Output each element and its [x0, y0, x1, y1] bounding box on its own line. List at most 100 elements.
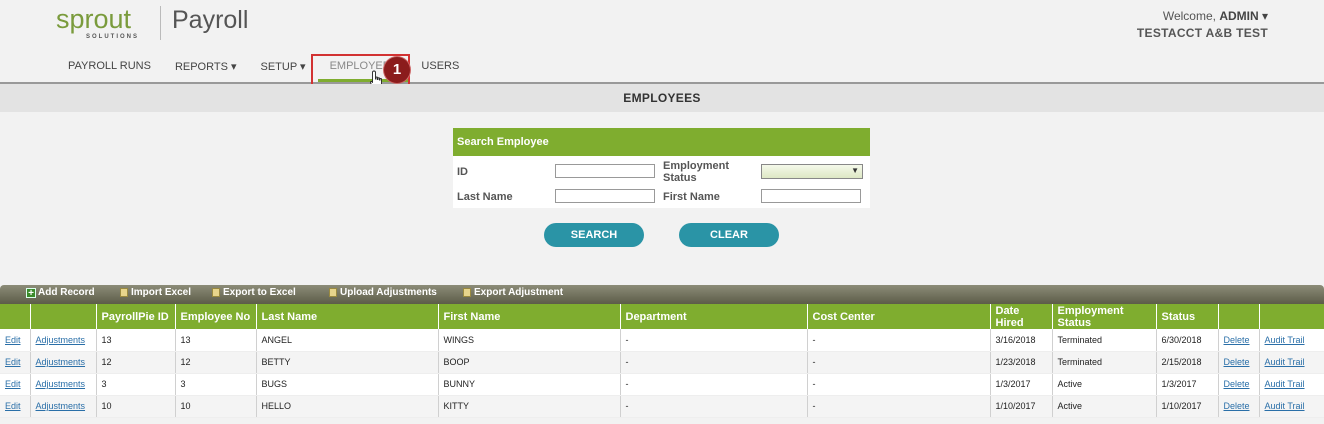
adjustments-link[interactable]: Adjustments	[36, 401, 86, 411]
cell-cost-center: -	[812, 334, 816, 345]
sprout-logo[interactable]: sprout SOLUTIONS	[56, 4, 152, 42]
cell-employment-status: Terminated	[1057, 334, 1103, 345]
add-record-button[interactable]: + Add Record	[26, 287, 95, 298]
delete-link[interactable]: Delete	[1224, 357, 1250, 367]
table-cell: Edit	[0, 329, 31, 352]
welcome-prefix: Welcome,	[1162, 9, 1216, 23]
column-header	[1218, 304, 1260, 329]
edit-link[interactable]: Edit	[5, 335, 21, 345]
column-header-status[interactable]: Status	[1156, 304, 1219, 329]
delete-link[interactable]: Delete	[1224, 401, 1250, 411]
adjustments-link[interactable]: Adjustments	[36, 335, 86, 345]
export-excel-button[interactable]: Export to Excel	[212, 287, 296, 298]
table-cell: WINGS	[438, 329, 621, 352]
adjustments-link[interactable]: Adjustments	[36, 379, 86, 389]
table-cell: 10	[175, 395, 257, 418]
search-panel-title: Search Employee	[453, 128, 870, 156]
table-cell: 12	[96, 351, 176, 374]
table-cell: -	[807, 373, 991, 396]
cell-department: -	[625, 401, 629, 411]
table-cell: -	[807, 351, 991, 374]
table-row[interactable]: Edit Adjustments 12 12 BETTY BOOP - - 1/23/2018 T…	[0, 351, 1324, 374]
column-header-employee-no[interactable]: Employee No	[175, 304, 257, 329]
logo-divider	[160, 6, 161, 40]
table-cell: BUNNY	[438, 373, 621, 396]
table-row[interactable]: Edit Adjustments 3 3 BUGS BUNNY - - 1/3/2017 Acti…	[0, 373, 1324, 396]
edit-link[interactable]: Edit	[5, 401, 21, 411]
edit-link[interactable]: Edit	[5, 379, 21, 389]
table-cell: Edit	[0, 351, 31, 374]
table-cell: BETTY	[256, 351, 439, 374]
table-cell: Delete	[1218, 395, 1260, 418]
cell-date-hired: 1/10/2017	[995, 401, 1036, 411]
table-cell: Delete	[1218, 351, 1260, 374]
cell-status: 6/30/2018	[1161, 334, 1202, 345]
table-cell: 12	[175, 351, 257, 374]
audit-trail-link[interactable]: Audit Trail	[1265, 357, 1305, 367]
column-header-first-name[interactable]: First Name	[438, 304, 621, 329]
column-header-employment-status[interactable]: Employment Status	[1052, 304, 1157, 329]
cell-payrollpie-id: 12	[101, 357, 112, 367]
cell-cost-center: -	[812, 357, 816, 367]
cell-cost-center: -	[812, 379, 816, 389]
cell-last-name: BUGS	[261, 379, 288, 389]
last-name-input[interactable]	[555, 189, 655, 203]
cell-cost-center: -	[812, 401, 816, 411]
column-header-department[interactable]: Department	[620, 304, 808, 329]
column-header-payrollpie-id[interactable]: PayrollPie ID	[96, 304, 176, 329]
clear-button[interactable]: CLEAR	[679, 223, 779, 247]
table-cell: KITTY	[438, 395, 621, 418]
nav-setup[interactable]: SETUP ▾	[249, 58, 318, 80]
table-cell: Audit Trail	[1259, 351, 1324, 374]
table-cell: -	[807, 395, 991, 418]
table-cell: -	[620, 395, 808, 418]
account-name: TESTACCT A&B TEST	[1136, 26, 1268, 40]
user-name[interactable]: ADMIN ▾	[1219, 9, 1268, 23]
cell-date-hired: 1/23/2018	[995, 357, 1036, 367]
employment-status-select[interactable]: ▼	[761, 164, 863, 179]
search-button[interactable]: SEARCH	[544, 223, 644, 247]
import-excel-button[interactable]: Import Excel	[120, 287, 191, 298]
cell-employment-status: Active	[1057, 379, 1083, 389]
cell-department: -	[625, 379, 629, 389]
upload-icon	[329, 288, 337, 297]
export-adjustment-button[interactable]: Export Adjustment	[463, 287, 563, 298]
table-cell: Delete	[1218, 329, 1260, 352]
nav-reports[interactable]: REPORTS ▾	[163, 58, 249, 80]
table-row[interactable]: Edit Adjustments 13 13 ANGEL WINGS - - 3/16/2018…	[0, 329, 1324, 352]
column-header-last-name[interactable]: Last Name	[256, 304, 439, 329]
column-header-date-hired[interactable]: Date Hired	[990, 304, 1053, 329]
column-header	[1259, 304, 1324, 329]
cell-status: 1/10/2017	[1161, 401, 1202, 411]
column-header-cost-center[interactable]: Cost Center	[807, 304, 991, 329]
delete-link[interactable]: Delete	[1224, 379, 1250, 389]
edit-link[interactable]: Edit	[5, 357, 21, 367]
table-cell: ANGEL	[256, 329, 439, 352]
delete-link[interactable]: Delete	[1224, 335, 1250, 345]
cell-first-name: KITTY	[443, 401, 470, 411]
upload-adjustments-button[interactable]: Upload Adjustments	[329, 287, 437, 298]
nav-users[interactable]: USERS	[409, 58, 471, 80]
table-cell: Terminated	[1052, 351, 1157, 374]
table-header-row: PayrollPie ID Employee No Last Name Firs…	[0, 304, 1324, 329]
id-input[interactable]	[555, 164, 655, 178]
employees-table: PayrollPie ID Employee No Last Name Firs…	[0, 304, 1324, 418]
audit-trail-link[interactable]: Audit Trail	[1265, 379, 1305, 389]
excel-icon	[120, 288, 128, 297]
nav-payroll-runs[interactable]: PAYROLL RUNS	[56, 58, 163, 80]
audit-trail-link[interactable]: Audit Trail	[1265, 335, 1305, 345]
welcome-menu[interactable]: Welcome, ADMIN ▾	[1163, 9, 1268, 23]
last-name-label: Last Name	[457, 191, 513, 203]
table-cell: Adjustments	[30, 351, 97, 374]
audit-trail-link[interactable]: Audit Trail	[1265, 401, 1305, 411]
table-cell: HELLO	[256, 395, 439, 418]
table-cell: Edit	[0, 395, 31, 418]
table-row[interactable]: Edit Adjustments 10 10 HELLO KITTY - - 1/10/2017…	[0, 395, 1324, 418]
adjustments-link[interactable]: Adjustments	[36, 357, 86, 367]
plus-icon: +	[26, 287, 36, 298]
table-cell: 13	[96, 329, 176, 352]
first-name-input[interactable]	[761, 189, 861, 203]
cell-first-name: BOOP	[443, 357, 470, 367]
cell-date-hired: 1/3/2017	[995, 379, 1031, 389]
table-cell: 3/16/2018	[990, 329, 1053, 352]
